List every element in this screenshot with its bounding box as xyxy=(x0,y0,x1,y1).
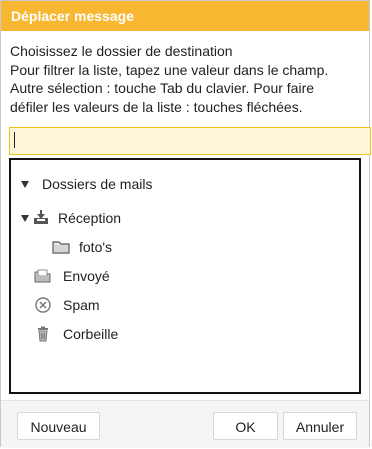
tree-root[interactable]: Dossiers de mails xyxy=(20,173,152,195)
instruction-line-4: défiler les valeurs de la liste : touche… xyxy=(10,98,303,115)
new-folder-button[interactable]: Nouveau xyxy=(17,412,100,440)
tree-item-reception[interactable]: Réception xyxy=(20,207,121,229)
sent-icon xyxy=(34,267,52,285)
expand-toggle-icon[interactable] xyxy=(20,179,30,189)
text-caret xyxy=(14,132,15,148)
dialog-footer: Nouveau OK Annuler xyxy=(1,401,369,448)
instructions: Choisissez le dossier de destination Pou… xyxy=(10,42,368,116)
tree-item-label: Spam xyxy=(63,297,100,313)
tree-item-label: Envoyé xyxy=(63,268,110,284)
trash-icon xyxy=(34,325,52,343)
tree-item-corbeille[interactable]: Corbeille xyxy=(34,323,118,345)
filter-input[interactable] xyxy=(9,127,371,155)
instruction-line-3: Autre sélection : touche Tab du clavier.… xyxy=(10,80,315,96)
tree-item-fotos[interactable]: foto's xyxy=(52,236,112,258)
tree-item-spam[interactable]: Spam xyxy=(34,294,100,316)
ok-button[interactable]: OK xyxy=(213,412,278,440)
instruction-line-2: Pour filtrer la liste, tapez une valeur … xyxy=(10,61,329,78)
instruction-line-1: Choisissez le dossier de destination xyxy=(10,43,233,59)
folder-icon xyxy=(52,238,70,256)
tree-item-label: Corbeille xyxy=(63,326,119,342)
tree-item-label: foto's xyxy=(79,239,113,255)
tree-item-envoye[interactable]: Envoyé xyxy=(34,265,110,287)
cancel-button[interactable]: Annuler xyxy=(283,412,357,440)
tree-item-label: Réception xyxy=(58,210,122,226)
dialog-title: Déplacer message xyxy=(1,1,369,31)
tree-root-label: Dossiers de mails xyxy=(42,176,153,192)
spam-icon xyxy=(34,296,52,314)
inbox-icon xyxy=(32,209,50,227)
expand-toggle-icon[interactable] xyxy=(20,213,30,223)
move-message-dialog: Déplacer message Choisissez le dossier d… xyxy=(0,0,371,448)
folder-tree[interactable]: Dossiers de mails Réception foto's Envoy… xyxy=(9,158,361,394)
